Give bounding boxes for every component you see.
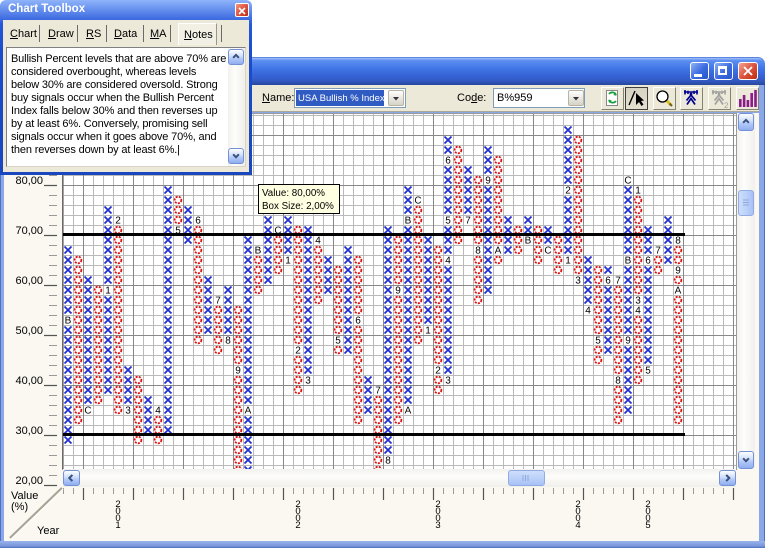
svg-text:3: 3	[575, 276, 581, 287]
svg-text:8: 8	[615, 376, 621, 387]
svg-text:9: 9	[625, 336, 631, 347]
svg-text:A: A	[405, 406, 412, 417]
svg-text:9: 9	[485, 176, 491, 187]
svg-text:A: A	[245, 406, 252, 417]
svg-text:1: 1	[635, 186, 641, 197]
svg-text:1: 1	[285, 256, 291, 267]
svg-text:8: 8	[475, 246, 481, 257]
svg-text:A: A	[675, 286, 682, 297]
svg-text:4: 4	[635, 306, 641, 317]
svg-text:5: 5	[645, 366, 651, 377]
svg-text:9: 9	[395, 286, 401, 297]
svg-text:8: 8	[385, 456, 391, 467]
svg-text:9: 9	[235, 366, 241, 377]
svg-text:2: 2	[435, 366, 441, 377]
svg-text:3: 3	[125, 406, 131, 417]
svg-text:5: 5	[595, 336, 601, 347]
svg-text:B: B	[255, 246, 262, 257]
svg-text:7: 7	[615, 276, 621, 287]
svg-text:9: 9	[675, 266, 681, 277]
svg-text:7: 7	[655, 246, 661, 257]
svg-text:3: 3	[445, 376, 451, 387]
svg-text:B: B	[65, 316, 72, 327]
svg-text:6: 6	[355, 316, 361, 327]
svg-text:2: 2	[565, 186, 571, 197]
svg-text:8: 8	[225, 336, 231, 347]
svg-text:3: 3	[305, 376, 311, 387]
svg-text:1: 1	[425, 326, 431, 337]
svg-text:B: B	[405, 216, 412, 227]
svg-text:C: C	[624, 176, 631, 187]
svg-text:1: 1	[565, 256, 571, 267]
svg-text:B: B	[525, 236, 532, 247]
svg-text:5: 5	[335, 336, 341, 347]
svg-text:C: C	[274, 226, 281, 237]
svg-text:B: B	[625, 256, 632, 267]
svg-text:2: 2	[724, 101, 729, 109]
svg-text:8: 8	[675, 236, 681, 247]
svg-text:2: 2	[115, 216, 121, 227]
svg-text:6: 6	[645, 256, 651, 267]
svg-text:6: 6	[195, 216, 201, 227]
svg-text:5: 5	[175, 226, 181, 237]
svg-text:4: 4	[315, 236, 321, 247]
svg-text:5: 5	[445, 216, 451, 227]
svg-text:6: 6	[605, 276, 611, 287]
svg-text:4: 4	[155, 406, 161, 417]
svg-text:7: 7	[215, 296, 221, 307]
svg-text:C: C	[84, 406, 91, 417]
svg-text:6: 6	[445, 156, 451, 167]
svg-text:C: C	[544, 246, 551, 257]
svg-text:1: 1	[105, 286, 111, 297]
svg-text:4: 4	[585, 306, 591, 317]
svg-text:2: 2	[295, 346, 301, 357]
svg-text:4: 4	[445, 256, 451, 267]
svg-text:A: A	[495, 246, 502, 257]
svg-text:7: 7	[465, 216, 471, 227]
svg-text:7: 7	[375, 386, 381, 397]
svg-text:C: C	[414, 196, 421, 207]
